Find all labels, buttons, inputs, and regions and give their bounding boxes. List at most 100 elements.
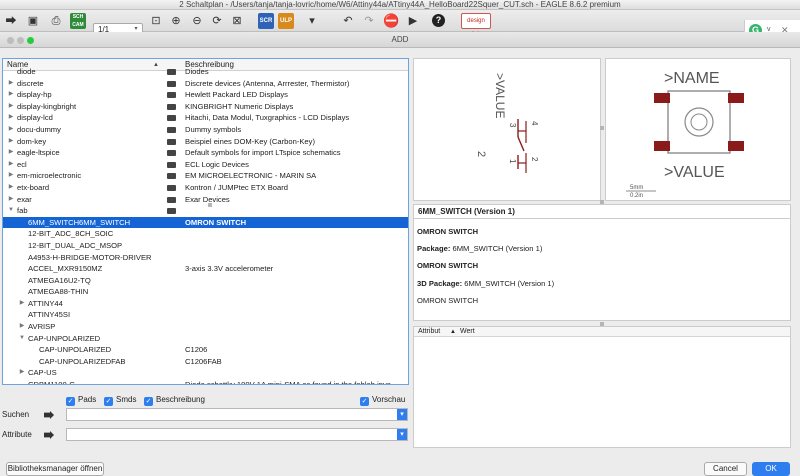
tree-row[interactable]: diode Diodes	[3, 66, 408, 78]
tree-row[interactable]: ▼ fab	[3, 205, 408, 217]
tree-row[interactable]: ▶ etx-board Kontron / JUMPtec ETX Board	[3, 182, 408, 194]
zoom-select-icon[interactable]: ⊠	[229, 13, 245, 29]
library-tree[interactable]: Name ▲ Beschreibung diode Diodes ▶ discrete…	[2, 58, 409, 385]
library-manager-button[interactable]: Bibliotheksmanager öffnen	[6, 462, 104, 476]
tree-row[interactable]: 12-BIT_DUAL_ADC_MSOP	[3, 240, 408, 252]
col-wert[interactable]: Wert	[460, 327, 475, 337]
open-icon[interactable]: ⮕	[3, 13, 19, 29]
tree-row[interactable]: ▶ em-microelectronic EM MICROELECTRONIC - …	[3, 170, 408, 182]
expand-arrow-icon[interactable]: ▶	[18, 321, 26, 333]
tree-row-selected[interactable]: 6MM_SWITCH6MM_SWITCH OMRON SWITCH	[3, 216, 408, 229]
tree-row-name: CAP-US	[28, 368, 57, 378]
undo-icon[interactable]: ↶	[340, 13, 356, 29]
expand-arrow-icon[interactable]: ▶	[7, 112, 15, 124]
tree-row[interactable]: ATTINY45SI	[3, 309, 408, 321]
dialog-titlebar: ADD	[0, 32, 800, 48]
tree-rows: diode Diodes ▶ discrete Discrete devices (An…	[3, 66, 408, 385]
tree-row[interactable]: ▶ ecl ECL Logic Devices	[3, 159, 408, 171]
expand-arrow-icon[interactable]: ▶	[18, 298, 26, 310]
eagle-logo[interactable]: design link	[461, 13, 491, 38]
tree-row[interactable]: ▶ CAP-US	[3, 367, 408, 379]
tree-row[interactable]: ▶ display-lcd Hitachi, Data Modul, Tuxgrap…	[3, 112, 408, 124]
expand-arrow-icon[interactable]: ▶	[7, 89, 15, 101]
tree-row[interactable]: ATMEGA16U2-TQ	[3, 275, 408, 287]
expand-arrow-icon[interactable]: ▶	[7, 136, 15, 148]
save-icon[interactable]: ▣	[25, 13, 41, 29]
pads-checkbox[interactable]: ✓ Pads	[66, 394, 96, 406]
tree-row-name: docu-dummy	[17, 124, 61, 134]
collapse-arrow-icon[interactable]: ▼	[7, 205, 15, 217]
zoom-fit-icon[interactable]: ⊡	[148, 13, 164, 29]
search-dropdown-icon[interactable]: ▾	[397, 409, 407, 420]
expand-arrow-icon[interactable]: ▶	[7, 147, 15, 159]
library-icon	[167, 150, 176, 157]
tree-row[interactable]: CAP-UNPOLARIZEDFAB C1206FAB	[3, 356, 408, 368]
expand-arrow-icon[interactable]: ▶	[7, 182, 15, 194]
tree-row[interactable]: ▶ display-kingbright KINGBRIGHT Numeric Di…	[3, 101, 408, 113]
tree-row[interactable]: ▶ ATTINY44	[3, 298, 408, 310]
tree-row-description: Diode schottky 100V 1A mini-SMA as found…	[185, 380, 391, 385]
close-window-button[interactable]	[7, 37, 14, 44]
attribute-table[interactable]: Attribut ▲ Wert	[413, 326, 791, 448]
tree-row[interactable]: A4953-H-BRIDGE-MOTOR-DRIVER	[3, 252, 408, 264]
zoom-redraw-icon[interactable]: ⟳	[209, 13, 225, 29]
search-input[interactable]: ▾	[66, 408, 408, 421]
more-icon[interactable]: ▾	[304, 13, 320, 29]
attribute-dropdown-icon[interactable]: ▾	[397, 429, 407, 440]
tree-row[interactable]: ATMEGA88-THIN	[3, 286, 408, 298]
tree-row[interactable]: ▶ exar Exar Devices	[3, 194, 408, 206]
tree-row-name: ATTINY45SI	[28, 310, 71, 320]
stop-icon[interactable]: ⛔	[383, 13, 399, 29]
zoom-out-icon[interactable]: ⊖	[189, 13, 205, 29]
redo-icon[interactable]: ↷	[361, 13, 377, 29]
zoom-window-button[interactable]	[27, 37, 34, 44]
expand-arrow-icon[interactable]: ▶	[7, 159, 15, 171]
expand-arrow-icon[interactable]: ▶	[7, 101, 15, 113]
tree-row-name: 6MM_SWITCH6MM_SWITCH	[28, 217, 131, 227]
tree-row[interactable]: ▶ AVRISP	[3, 321, 408, 333]
package-pad-3	[654, 141, 670, 151]
collapse-arrow-icon[interactable]: ▼	[18, 333, 26, 345]
col-attribut[interactable]: Attribut	[418, 327, 440, 337]
cancel-button[interactable]: Cancel	[704, 462, 747, 476]
expand-arrow-icon[interactable]: ▶	[7, 124, 15, 136]
sort-asc-icon[interactable]: ▲	[450, 327, 456, 337]
filter-arrow-icon	[44, 411, 54, 419]
print-icon[interactable]: ⎙	[48, 13, 64, 29]
ok-button[interactable]: OK	[752, 462, 790, 476]
tree-row[interactable]: ▶ eagle-ltspice Default symbols for import…	[3, 147, 408, 159]
package-pad-4	[728, 141, 744, 151]
tree-row[interactable]: 12-BIT_ADC_8CH_SOIC	[3, 228, 408, 240]
tree-row-name: display-kingbright	[17, 101, 77, 111]
help-icon[interactable]: ?	[432, 14, 445, 27]
tree-row[interactable]: CAP-UNPOLARIZED C1206	[3, 344, 408, 356]
tree-row[interactable]: ▶ discrete Discrete devices (Antenna, Arrr…	[3, 78, 408, 90]
tree-row[interactable]: ▶ dom-key Beispiel eines DOM-Key (Carbon-K…	[3, 136, 408, 148]
preview-checkbox[interactable]: ✓ Vorschau	[360, 394, 405, 406]
tree-row-description: KINGBRIGHT Numeric Displays	[185, 101, 294, 111]
tree-row-name: CDBM1100-G	[28, 380, 76, 385]
tree-row[interactable]: ▶ docu-dummy Dummy symbols	[3, 124, 408, 136]
attribute-input[interactable]: ▾	[66, 428, 408, 441]
smds-checkbox[interactable]: ✓ Smds	[104, 394, 136, 406]
expand-arrow-icon[interactable]: ▶	[7, 170, 15, 182]
tree-row[interactable]: ACCEL_MXR9150MZ 3-axis 3.3V accelerometer	[3, 263, 408, 275]
expand-arrow-icon[interactable]: ▶	[18, 367, 26, 379]
expand-arrow-icon[interactable]: ▶	[7, 78, 15, 90]
expand-arrow-icon[interactable]: ▶	[7, 194, 15, 206]
tree-row-description: Diodes	[185, 67, 209, 76]
cam-icon[interactable]: SCH CAM	[70, 13, 86, 29]
tree-row[interactable]: ▼ CAP-UNPOLARIZED	[3, 333, 408, 345]
zoom-in-icon[interactable]: ⊕	[168, 13, 184, 29]
package-pad-2	[728, 93, 744, 103]
split-handle[interactable]	[208, 203, 212, 207]
tree-row[interactable]: CDBM1100-G Diode schottky 100V 1A mini-SM…	[3, 379, 408, 385]
scr-icon[interactable]: SCR	[258, 13, 274, 29]
minimize-window-button[interactable]	[17, 37, 24, 44]
description-checkbox[interactable]: ✓ Beschreibung	[144, 394, 205, 406]
go-icon[interactable]: ▶	[405, 13, 421, 29]
tree-row[interactable]: ▶ display-hp Hewlett Packard LED Displays	[3, 89, 408, 101]
split-handle[interactable]	[600, 126, 604, 130]
ulp-icon[interactable]: ULP	[278, 13, 294, 29]
device-description: OMRON SWITCH	[417, 227, 479, 236]
